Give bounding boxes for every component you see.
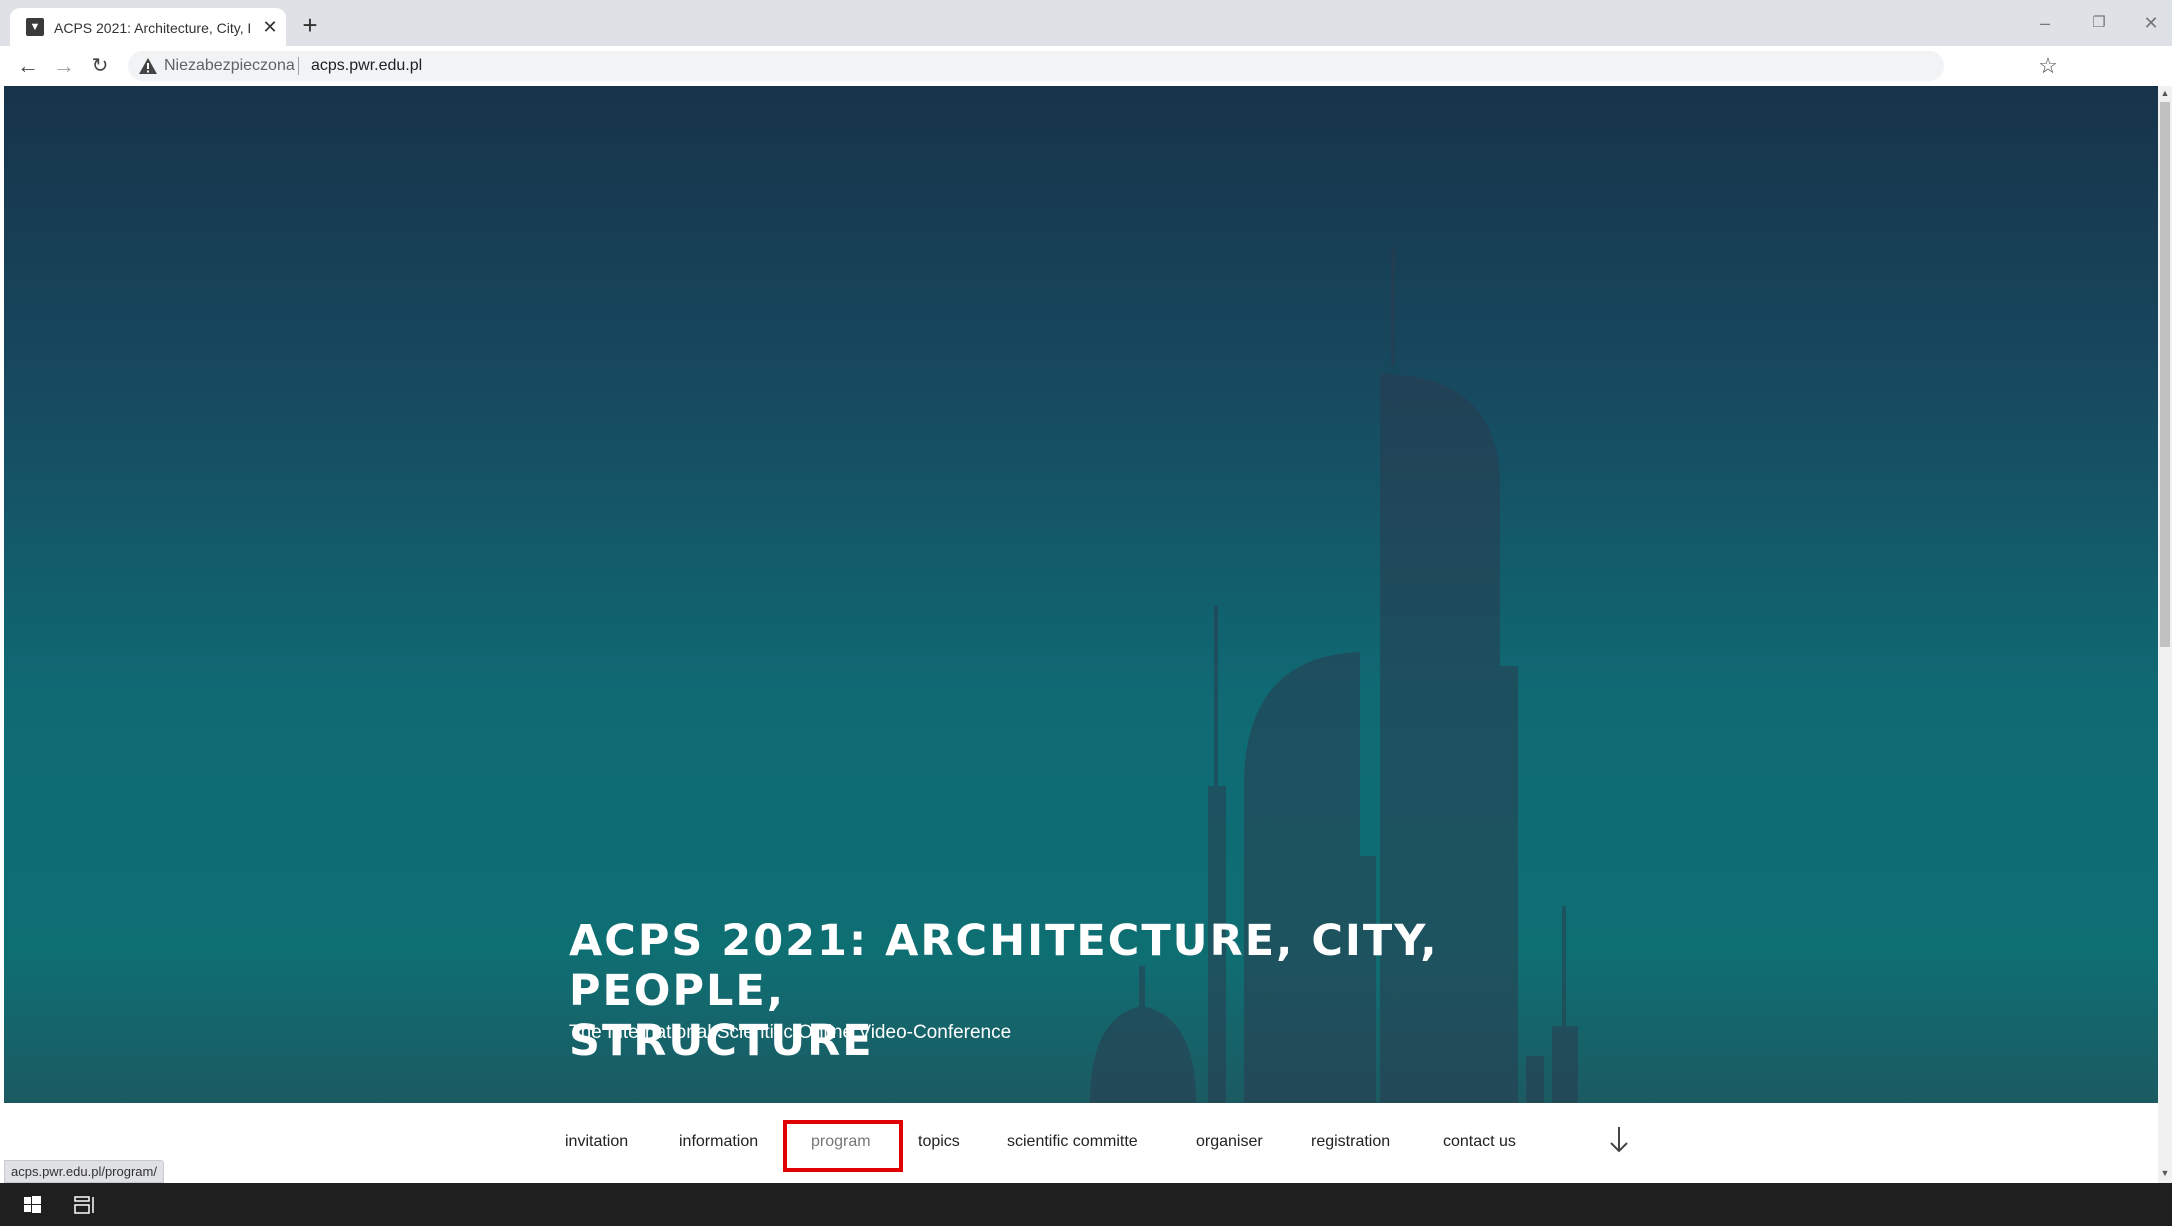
menu-item-scientific-committe[interactable]: scientific committe <box>1007 1127 1138 1157</box>
windows-taskbar <box>0 1183 2172 1226</box>
back-icon[interactable]: ← <box>12 50 44 82</box>
minimize-icon[interactable]: – <box>2025 10 2065 36</box>
page-title-line-1: ACPS 2021: ARCHITECTURE, CITY, PEOPLE, <box>569 916 1439 1016</box>
menu-item-invitation[interactable]: invitation <box>565 1127 628 1157</box>
highlight-box <box>783 1120 903 1172</box>
new-tab-button[interactable]: + <box>296 12 324 40</box>
restore-icon[interactable]: ❐ <box>2079 10 2119 36</box>
close-icon[interactable]: ✕ <box>2131 10 2171 36</box>
reload-icon[interactable]: ↻ <box>84 50 116 82</box>
scroll-down-icon[interactable]: ▼ <box>2158 1166 2172 1180</box>
page-subtitle: The International Scientific Online Vide… <box>569 1022 1012 1043</box>
page-viewport: ACPS 2021: ARCHITECTURE, CITY, PEOPLE, S… <box>0 86 2172 1183</box>
browser-tab[interactable]: ▼ ACPS 2021: Architecture, City, Pe ✕ <box>10 8 286 46</box>
menu-item-organiser[interactable]: organiser <box>1196 1127 1263 1157</box>
scrollbar-thumb[interactable] <box>2160 102 2170 647</box>
menu-item-registration[interactable]: registration <box>1311 1127 1390 1157</box>
scroll-up-icon[interactable]: ▲ <box>2158 86 2172 100</box>
windows-start-icon[interactable] <box>16 1193 46 1217</box>
hero-banner: ACPS 2021: ARCHITECTURE, CITY, PEOPLE, S… <box>4 86 2158 1103</box>
site-favicon-icon: ▼ <box>26 18 44 36</box>
scroll-down-arrow-icon[interactable] <box>1604 1123 1634 1157</box>
tab-close-button[interactable]: ✕ <box>260 16 280 38</box>
url-text[interactable]: acps.pwr.edu.pl <box>311 56 422 76</box>
main-menu: invitation information program topics sc… <box>0 1103 2158 1183</box>
forward-icon[interactable]: → <box>48 50 80 82</box>
tab-strip: ▼ ACPS 2021: Architecture, City, Pe ✕ + … <box>0 0 2172 46</box>
task-view-icon[interactable] <box>70 1193 98 1217</box>
menu-item-information[interactable]: information <box>679 1127 758 1157</box>
address-bar[interactable]: Niezabezpieczona acps.pwr.edu.pl ☆ <box>128 51 2058 81</box>
tab-title: ACPS 2021: Architecture, City, Pe <box>54 20 250 36</box>
menu-item-contact-us[interactable]: contact us <box>1443 1127 1516 1157</box>
link-status-bar: acps.pwr.edu.pl/program/ <box>4 1160 164 1183</box>
browser-toolbar: ← → ↻ Niezabezpieczona acps.pwr.edu.pl ☆ <box>0 46 2172 86</box>
star-icon[interactable]: ☆ <box>2036 54 2060 78</box>
security-label[interactable]: Niezabezpieczona <box>164 56 295 76</box>
page-scrollbar[interactable]: ▲ ▼ <box>2158 86 2172 1183</box>
warning-icon <box>139 58 157 74</box>
menu-item-topics[interactable]: topics <box>918 1127 960 1157</box>
url-separator <box>298 57 299 75</box>
